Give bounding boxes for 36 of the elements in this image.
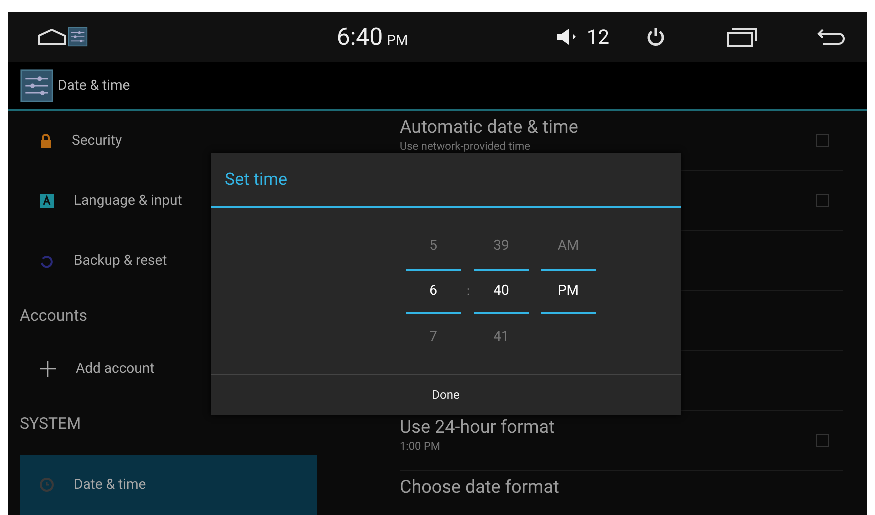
done-button[interactable]: Done [211, 374, 681, 415]
clock-icon [40, 478, 54, 492]
sidebar-item[interactable]: Date & time [20, 455, 317, 515]
picker-selected-value[interactable]: 6 [406, 268, 461, 314]
home-icon[interactable] [38, 29, 66, 45]
settings-app-icon [20, 68, 54, 102]
recent-apps-icon[interactable] [727, 27, 757, 47]
sidebar-item[interactable]: Security [20, 111, 132, 171]
picker-selected-value[interactable]: PM [541, 268, 596, 314]
checkbox[interactable] [816, 434, 829, 447]
section-header: SYSTEM [20, 414, 82, 432]
picker-selected-value[interactable]: 40 [474, 268, 529, 314]
sidebar-item[interactable]: Backup & reset [20, 231, 178, 291]
status-clock: 6:40 PM [336, 23, 410, 51]
volume-level: 12 [587, 25, 610, 49]
setting-title[interactable]: Choose date format [400, 477, 560, 498]
letter-a-icon [40, 194, 54, 208]
settings-app-icon [68, 27, 88, 47]
setting-title[interactable]: Automatic date & time [400, 117, 578, 138]
lock-icon [40, 134, 52, 148]
setting-summary: 1:00 PM [400, 440, 442, 453]
sidebar-item[interactable]: Language & input [20, 171, 192, 231]
setting-summary: Use network-provided time [400, 140, 532, 153]
section-header: Accounts [20, 306, 88, 324]
speaker-icon[interactable] [557, 28, 579, 46]
screen-title: Date & time [58, 78, 130, 94]
dialog-title: Set time [225, 170, 288, 190]
power-icon[interactable] [647, 27, 665, 47]
plus-icon [40, 361, 56, 377]
restore-icon [40, 254, 54, 268]
checkbox[interactable] [816, 134, 829, 147]
checkbox[interactable] [816, 194, 829, 207]
time-separator: : [467, 284, 468, 298]
sidebar-item[interactable]: Add account [20, 339, 165, 399]
setting-title[interactable]: Use 24-hour format [400, 417, 555, 438]
back-icon[interactable] [817, 28, 847, 46]
